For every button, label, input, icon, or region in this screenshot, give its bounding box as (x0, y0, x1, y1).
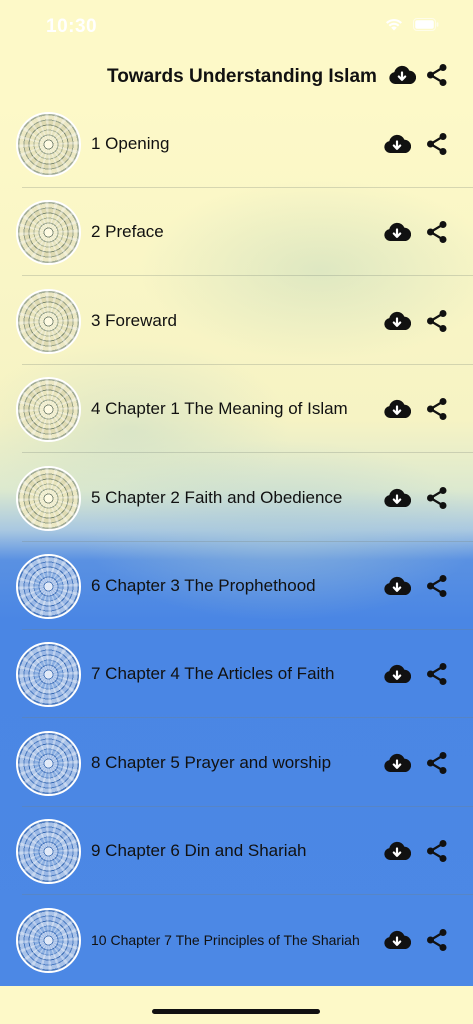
chapter-thumbnail (16, 554, 81, 619)
share-icon[interactable] (426, 839, 448, 863)
wifi-icon (385, 17, 403, 31)
cloud-download-icon[interactable] (383, 398, 411, 420)
share-icon[interactable] (426, 309, 448, 333)
cloud-download-icon[interactable] (383, 752, 411, 774)
chapter-thumbnail (16, 642, 81, 708)
cloud-download-icon[interactable] (383, 133, 411, 155)
status-time: 10:30 (46, 16, 98, 37)
list-item-9[interactable]: 9 Chapter 6 Din and Shariah (0, 807, 473, 896)
cloud-download-icon[interactable] (388, 64, 416, 86)
list-item-8[interactable]: 8 Chapter 5 Prayer and worship (0, 719, 473, 807)
cloud-download-icon[interactable] (383, 221, 411, 243)
chapter-thumbnail (16, 288, 81, 354)
share-icon[interactable] (426, 397, 448, 421)
chapter-title: 3 Foreward (91, 310, 177, 330)
chapter-title: 1 Opening (91, 134, 170, 153)
cloud-download-icon[interactable] (383, 487, 411, 509)
cloud-download-icon[interactable] (383, 929, 411, 951)
chapter-thumbnail (16, 730, 81, 796)
share-icon[interactable] (426, 486, 448, 510)
list-item-2[interactable]: 2 Preface (0, 188, 473, 277)
share-icon[interactable] (426, 574, 448, 598)
chapter-title: 9 Chapter 6 Din and Shariah (91, 841, 307, 861)
list-item-10[interactable]: 10 Chapter 7 The Principles of The Shari… (0, 896, 473, 984)
cloud-download-icon[interactable] (383, 840, 411, 862)
chapter-title: 7 Chapter 4 The Articles of Faith (91, 664, 335, 684)
list-item-7[interactable]: 7 Chapter 4 The Articles of Faith (0, 630, 473, 719)
share-icon[interactable] (426, 63, 448, 87)
chapter-title: 5 Chapter 2 Faith and Obedience (91, 487, 343, 507)
share-icon[interactable] (426, 220, 448, 244)
share-icon[interactable] (426, 751, 448, 775)
chapter-title: 8 Chapter 5 Prayer and worship (91, 752, 332, 772)
cloud-download-icon[interactable] (383, 663, 411, 685)
battery-icon (413, 17, 439, 31)
nav-header: Towards Understanding Islam (0, 54, 473, 100)
chapter-thumbnail (16, 112, 81, 177)
chapter-thumbnail (16, 200, 81, 266)
list-item-5[interactable]: 5 Chapter 2 Faith and Obedience (0, 454, 473, 542)
chapter-thumbnail (16, 907, 81, 973)
cloud-download-icon[interactable] (383, 575, 411, 597)
chapter-title: 2 Preface (91, 222, 164, 242)
chapter-title: 10 Chapter 7 The Principles of The Shari… (91, 931, 360, 948)
status-bar: 10:30 (0, 0, 473, 54)
chapter-title: 6 Chapter 3 The Prophethood (91, 576, 316, 595)
list-item-1[interactable]: 1 Opening (0, 100, 473, 188)
chapter-thumbnail (16, 377, 81, 443)
list-item-3[interactable]: 3 Foreward (0, 277, 473, 365)
chapter-thumbnail (16, 465, 81, 531)
app-screen: 10:30 Towards Understanding Islam 1 Open… (0, 0, 473, 1024)
chapter-list: 1 Opening 2 Preface 3 Foreward 4 Chapter… (0, 100, 473, 986)
share-icon[interactable] (426, 928, 448, 952)
share-icon[interactable] (426, 132, 448, 156)
list-item-6[interactable]: 6 Chapter 3 The Prophethood (0, 542, 473, 630)
share-icon[interactable] (426, 662, 448, 686)
list-item-4[interactable]: 4 Chapter 1 The Meaning of Islam (0, 365, 473, 454)
chapter-thumbnail (16, 819, 81, 885)
status-icons (385, 17, 439, 31)
home-indicator[interactable] (152, 1009, 320, 1014)
chapter-title: 4 Chapter 1 The Meaning of Islam (91, 399, 348, 419)
page-title: Towards Understanding Islam (107, 66, 377, 87)
cloud-download-icon[interactable] (383, 310, 411, 332)
